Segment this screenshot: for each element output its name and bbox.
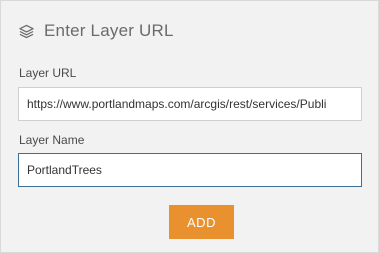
add-button[interactable]: ADD bbox=[169, 205, 234, 239]
layer-url-input[interactable] bbox=[18, 87, 362, 121]
layer-name-label: Layer Name bbox=[19, 133, 85, 147]
panel-title: Enter Layer URL bbox=[44, 21, 174, 40]
layer-url-label: Layer URL bbox=[19, 66, 77, 80]
layers-icon bbox=[18, 23, 34, 39]
layer-name-input[interactable] bbox=[18, 153, 362, 187]
panel-header: Enter Layer URL bbox=[18, 19, 174, 43]
add-layer-panel: Enter Layer URL Layer URL Layer Name ADD bbox=[0, 0, 379, 253]
